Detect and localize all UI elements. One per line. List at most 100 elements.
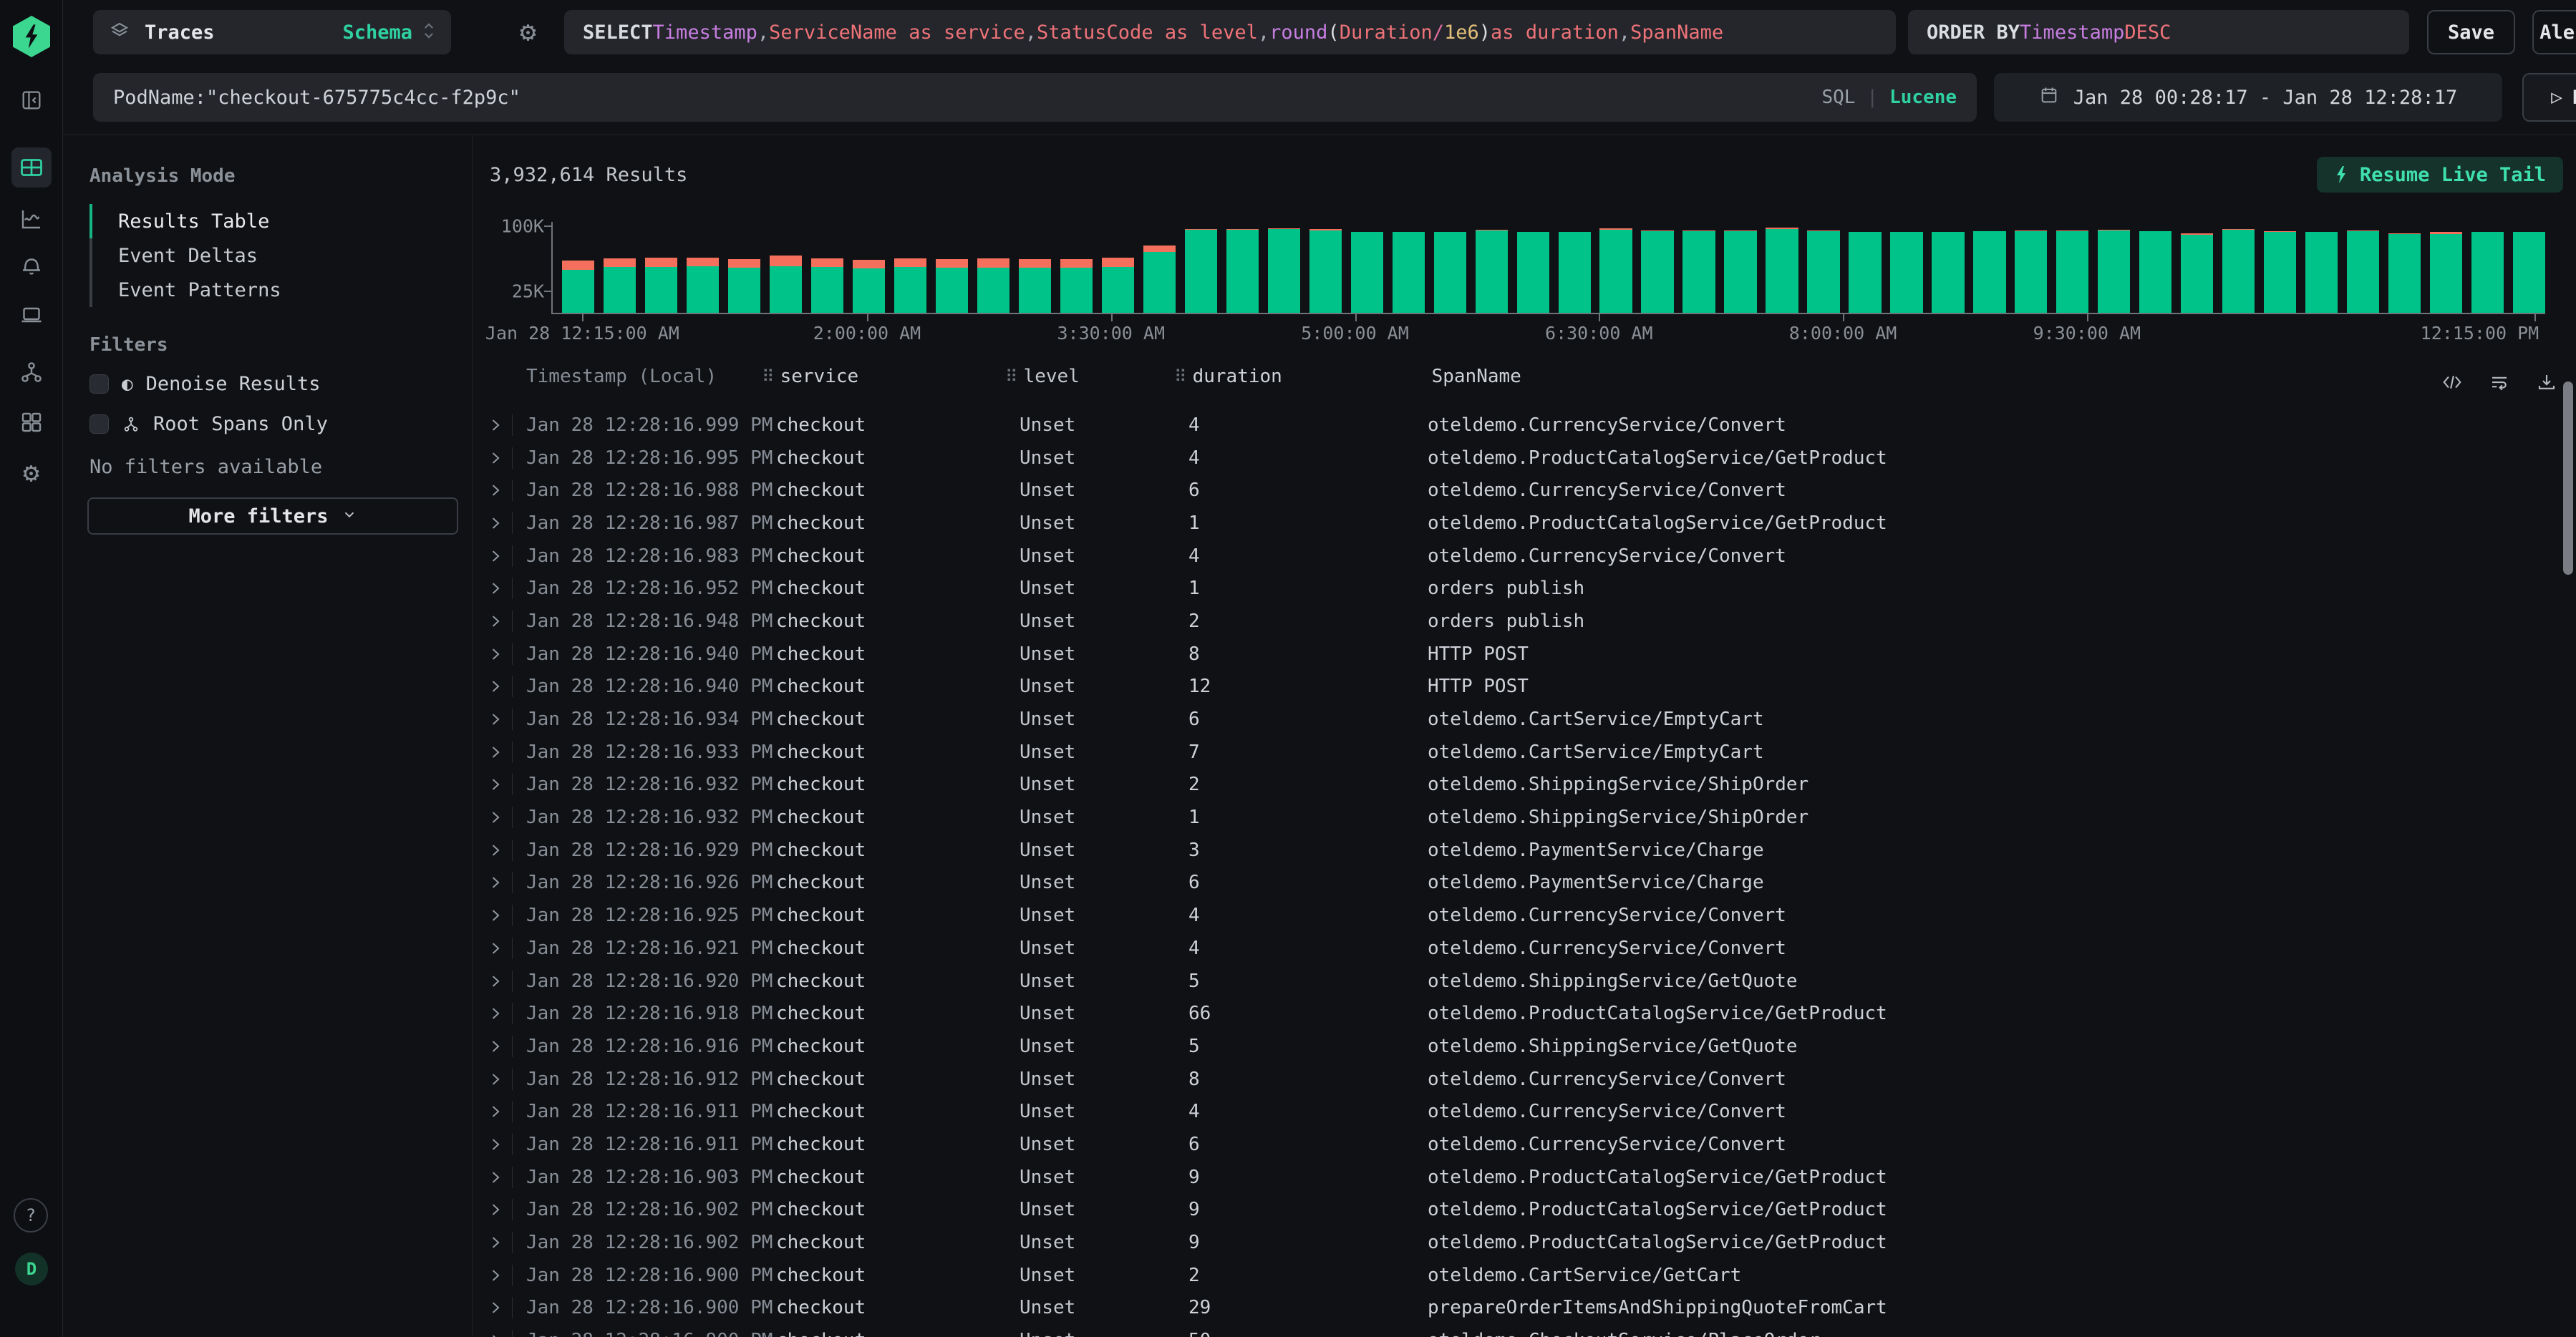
- source-settings-gear-icon[interactable]: ⚙: [520, 16, 536, 47]
- table-row[interactable]: Jan 28 12:28:16.940 PMcheckoutUnset8HTTP…: [473, 638, 2576, 671]
- table-row[interactable]: Jan 28 12:28:16.952 PMcheckoutUnset1orde…: [473, 572, 2576, 605]
- table-row[interactable]: Jan 28 12:28:16.918 PMcheckoutUnset66ote…: [473, 997, 2576, 1030]
- expand-chevron-icon[interactable]: [488, 777, 503, 792]
- analysis-mode-item[interactable]: Event Deltas: [89, 238, 281, 273]
- analysis-mode-item[interactable]: Results Table: [89, 204, 281, 238]
- expand-chevron-icon[interactable]: [488, 1268, 503, 1283]
- mode-lucene[interactable]: Lucene: [1889, 87, 1957, 108]
- expand-chevron-icon[interactable]: [488, 842, 503, 858]
- histogram-bar[interactable]: [1434, 232, 1466, 313]
- histogram-bar[interactable]: [2264, 231, 2296, 313]
- histogram-bar[interactable]: [2098, 230, 2130, 313]
- nav-alerts-bell-icon[interactable]: [11, 245, 52, 285]
- histogram-bar[interactable]: [1932, 232, 1964, 313]
- filter-toggle[interactable]: Root Spans Only: [89, 413, 328, 435]
- table-row[interactable]: Jan 28 12:28:16.987 PMcheckoutUnset1otel…: [473, 507, 2576, 540]
- nav-service-map-icon[interactable]: [11, 352, 52, 392]
- histogram-bar[interactable]: [1351, 232, 1383, 313]
- user-avatar[interactable]: D: [15, 1253, 48, 1285]
- table-row[interactable]: Jan 28 12:28:16.932 PMcheckoutUnset1otel…: [473, 801, 2576, 834]
- expand-chevron-icon[interactable]: [488, 711, 503, 727]
- expand-chevron-icon[interactable]: [488, 973, 503, 989]
- histogram-bar[interactable]: [770, 256, 802, 313]
- histogram-bar[interactable]: [1807, 230, 1839, 313]
- expand-chevron-icon[interactable]: [488, 417, 503, 433]
- expand-chevron-icon[interactable]: [488, 1006, 503, 1021]
- histogram-bar[interactable]: [1185, 229, 1217, 313]
- histogram-bar[interactable]: [604, 258, 636, 313]
- table-row[interactable]: Jan 28 12:28:16.940 PMcheckoutUnset12HTT…: [473, 671, 2576, 704]
- expand-chevron-icon[interactable]: [488, 450, 503, 466]
- col-header-duration[interactable]: ⠿duration: [1188, 366, 1428, 397]
- table-row[interactable]: Jan 28 12:28:16.925 PMcheckoutUnset4otel…: [473, 899, 2576, 932]
- expand-chevron-icon[interactable]: [488, 515, 503, 531]
- histogram-bar[interactable]: [2430, 232, 2462, 313]
- col-header-level[interactable]: ⠿level: [1020, 366, 1188, 397]
- collapse-sidebar-icon[interactable]: [11, 80, 52, 120]
- checkbox[interactable]: [89, 414, 109, 434]
- drag-handle-icon[interactable]: ⠿: [762, 366, 775, 386]
- nav-sessions-monitor-icon[interactable]: [11, 295, 52, 335]
- histogram-bar[interactable]: [1060, 259, 1093, 313]
- histogram-bar[interactable]: [2347, 230, 2379, 313]
- table-row[interactable]: Jan 28 12:28:16.933 PMcheckoutUnset7otel…: [473, 736, 2576, 769]
- expand-chevron-icon[interactable]: [488, 580, 503, 596]
- histogram-bar[interactable]: [1393, 232, 1425, 313]
- table-row[interactable]: Jan 28 12:28:16.911 PMcheckoutUnset6otel…: [473, 1128, 2576, 1161]
- analysis-mode-item[interactable]: Event Patterns: [89, 273, 281, 307]
- expand-chevron-icon[interactable]: [488, 744, 503, 760]
- histogram-bar[interactable]: [2056, 230, 2088, 313]
- search-input[interactable]: PodName:"checkout-675775c4cc-f2p9c" SQL …: [93, 73, 1977, 122]
- histogram-bar[interactable]: [1890, 232, 1922, 313]
- histogram-bar[interactable]: [2015, 230, 2047, 313]
- histogram-bar[interactable]: [894, 258, 926, 313]
- histogram-bar[interactable]: [1641, 230, 1673, 313]
- expand-chevron-icon[interactable]: [488, 940, 503, 956]
- col-header-service[interactable]: ⠿service: [776, 366, 1020, 397]
- expand-chevron-icon[interactable]: [488, 1202, 503, 1217]
- histogram-bar[interactable]: [2513, 232, 2545, 313]
- table-row[interactable]: Jan 28 12:28:16.912 PMcheckoutUnset8otel…: [473, 1063, 2576, 1096]
- histogram-bar[interactable]: [2139, 231, 2171, 313]
- vertical-scrollbar[interactable]: [2563, 381, 2573, 575]
- expand-chevron-icon[interactable]: [488, 679, 503, 694]
- table-row[interactable]: Jan 28 12:28:16.900 PMcheckoutUnset50ote…: [473, 1324, 2576, 1337]
- expand-chevron-icon[interactable]: [488, 1137, 503, 1152]
- histogram-bar[interactable]: [1517, 232, 1549, 313]
- table-row[interactable]: Jan 28 12:28:16.926 PMcheckoutUnset6otel…: [473, 867, 2576, 900]
- histogram-bar[interactable]: [2471, 232, 2504, 313]
- save-button[interactable]: Save: [2427, 10, 2515, 54]
- table-row[interactable]: Jan 28 12:28:16.902 PMcheckoutUnset9otel…: [473, 1194, 2576, 1227]
- expand-chevron-icon[interactable]: [488, 1071, 503, 1087]
- table-row[interactable]: Jan 28 12:28:16.929 PMcheckoutUnset3otel…: [473, 834, 2576, 867]
- nav-settings-gear-icon[interactable]: ⚙: [11, 452, 52, 492]
- sql-select-editor[interactable]: SELECT Timestamp, ServiceName as service…: [564, 10, 1896, 54]
- expand-chevron-icon[interactable]: [488, 613, 503, 629]
- more-filters-button[interactable]: More filters: [87, 497, 458, 535]
- table-row[interactable]: Jan 28 12:28:16.948 PMcheckoutUnset2orde…: [473, 605, 2576, 638]
- table-row[interactable]: Jan 28 12:28:16.911 PMcheckoutUnset4otel…: [473, 1095, 2576, 1128]
- histogram-bar[interactable]: [853, 260, 885, 313]
- histogram-bar[interactable]: [2222, 229, 2255, 313]
- histogram-bar[interactable]: [1476, 230, 1508, 313]
- table-row[interactable]: Jan 28 12:28:16.995 PMcheckoutUnset4otel…: [473, 442, 2576, 475]
- histogram-bar[interactable]: [1559, 232, 1591, 313]
- table-row[interactable]: Jan 28 12:28:16.916 PMcheckoutUnset5otel…: [473, 1030, 2576, 1063]
- histogram-bar[interactable]: [936, 259, 968, 313]
- expand-chevron-icon[interactable]: [488, 1039, 503, 1054]
- histogram-bar[interactable]: [1226, 229, 1259, 313]
- expand-chevron-icon[interactable]: [488, 1104, 503, 1119]
- table-row[interactable]: Jan 28 12:28:16.900 PMcheckoutUnset2otel…: [473, 1259, 2576, 1292]
- expand-chevron-icon[interactable]: [488, 1170, 503, 1185]
- table-row[interactable]: Jan 28 12:28:16.920 PMcheckoutUnset5otel…: [473, 965, 2576, 998]
- histogram-bar[interactable]: [687, 258, 719, 313]
- expand-chevron-icon[interactable]: [488, 646, 503, 662]
- checkbox[interactable]: [89, 374, 109, 394]
- histogram-bar[interactable]: [562, 261, 594, 313]
- nav-dashboards-icon[interactable]: [11, 402, 52, 442]
- table-row[interactable]: Jan 28 12:28:16.921 PMcheckoutUnset4otel…: [473, 932, 2576, 965]
- expand-chevron-icon[interactable]: [488, 908, 503, 923]
- table-row[interactable]: Jan 28 12:28:16.900 PMcheckoutUnset29pre…: [473, 1292, 2576, 1325]
- expand-chevron-icon[interactable]: [488, 548, 503, 564]
- expand-chevron-icon[interactable]: [488, 875, 503, 890]
